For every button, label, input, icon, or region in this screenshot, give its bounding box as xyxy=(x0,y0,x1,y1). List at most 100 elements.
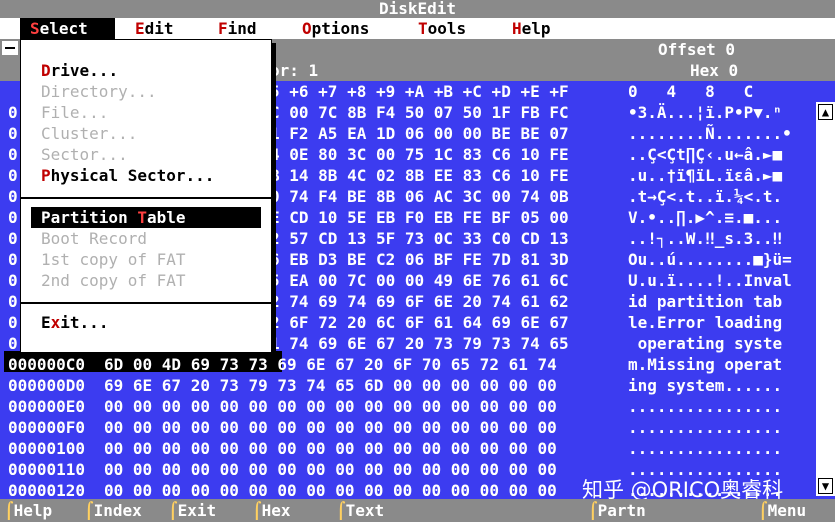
function-key-icon: ⌠ xyxy=(252,501,262,520)
text-column-headers: 0 4 8 C xyxy=(628,82,754,101)
row-hex-bytes[interactable]: 4 0E 80 3C 00 75 1C 83 C6 10 FE xyxy=(270,144,569,165)
status-label: Hex xyxy=(261,501,291,520)
menu-options[interactable]: Options xyxy=(302,18,369,39)
status-label: Index xyxy=(93,501,142,520)
row-text[interactable]: le.Error loading xyxy=(628,312,782,333)
menu-edit-label: dit xyxy=(144,19,174,38)
menu-tools-label: ools xyxy=(427,19,467,38)
window-title: DiskEdit xyxy=(0,0,835,18)
menu-item-fat1: 1st copy of FAT xyxy=(41,250,186,269)
row-offset: 0 xyxy=(8,292,18,311)
function-key-icon: ⌠ xyxy=(84,501,94,520)
menu-item-fat2: 2nd copy of FAT xyxy=(41,271,186,290)
status-exit-button[interactable]: ⌠Exit xyxy=(168,499,216,522)
row-text[interactable]: ..!┐..W.‼_s.3..‼ xyxy=(628,228,782,249)
row-text[interactable]: ..Ç<Çt∏Ç‹.u←â.►■ xyxy=(628,144,782,165)
row-offset: 00000120 xyxy=(8,481,86,500)
row-offset: 000000C0 xyxy=(8,355,86,374)
row-hex-bytes[interactable]: 5 EA 00 7C 00 00 49 6E 76 61 6C xyxy=(270,270,569,291)
row-offset: 0 xyxy=(8,103,18,122)
row-text[interactable]: id partition tab xyxy=(628,291,782,312)
row-hex-bytes[interactable]: 00 00 00 00 00 00 00 00 00 00 00 00 00 0… xyxy=(104,459,557,480)
offset-readout: Offset 0 xyxy=(658,40,736,59)
row-text[interactable]: ................ xyxy=(628,417,782,438)
menu-edit-hotkey: E xyxy=(135,19,145,38)
menu-separator xyxy=(21,302,271,304)
menu-select[interactable]: Select xyxy=(20,18,115,39)
menu-item-partition-table[interactable]: Partition Table xyxy=(31,207,261,228)
row-offset: 0 xyxy=(8,250,18,269)
status-partn-button[interactable]: ⌠Partn xyxy=(588,499,646,522)
vertical-scrollbar[interactable]: ▲ ▼ xyxy=(816,102,835,496)
drive-hotkey: D xyxy=(41,61,51,80)
row-offset: 0 xyxy=(8,145,18,164)
status-index-button[interactable]: ⌠Index xyxy=(84,499,142,522)
menu-item-drive[interactable]: Drive... xyxy=(41,60,118,81)
row-text[interactable]: U.u.ï....!..Inval xyxy=(628,270,792,291)
row-hex-bytes[interactable]: 00 00 00 00 00 00 00 00 00 00 00 00 00 0… xyxy=(104,417,557,438)
partition-hotkey: T xyxy=(137,208,147,227)
row-hex-bytes[interactable]: 6 EB D3 BE C2 06 BF FE 7D 81 3D xyxy=(270,249,569,270)
row-hex-bytes[interactable]: 00 00 00 00 00 00 00 00 00 00 00 00 00 0… xyxy=(104,396,557,417)
row-offset: 0 xyxy=(8,166,18,185)
menu-find[interactable]: Find xyxy=(218,18,257,39)
row-text[interactable]: ing system...... xyxy=(628,375,782,396)
status-help-button[interactable]: ⌠Help xyxy=(4,499,52,522)
scroll-down-icon[interactable]: ▼ xyxy=(818,478,833,494)
status-text-button[interactable]: ⌠Text xyxy=(336,499,384,522)
row-hex-bytes[interactable]: 2 74 69 74 69 6F 6E 20 74 61 62 xyxy=(270,291,569,312)
window-control-button[interactable] xyxy=(2,41,18,55)
status-label: Exit xyxy=(177,501,217,520)
row-offset: 0 xyxy=(8,271,18,290)
menu-item-physical-sector[interactable]: Physical Sector... xyxy=(41,165,214,186)
sector-label: or: 1 xyxy=(270,61,319,80)
row-hex-bytes[interactable]: E CD 10 5E EB F0 EB FE BF 05 00 xyxy=(270,207,569,228)
row-hex-bytes[interactable]: 00 00 00 00 00 00 00 00 00 00 00 00 00 0… xyxy=(104,438,557,459)
function-key-icon: ⌠ xyxy=(4,501,14,520)
row-text[interactable]: ........Ñ.......• xyxy=(628,123,792,144)
row-hex-bytes[interactable]: B 14 8B 4C 02 8B EE 83 C6 10 FE xyxy=(270,165,569,186)
row-text[interactable]: m.Missing operat xyxy=(628,354,782,375)
function-key-icon: ⌠ xyxy=(758,501,768,520)
status-label: Text xyxy=(345,501,385,520)
menu-select-hotkey: S xyxy=(30,19,40,38)
row-hex-bytes[interactable]: 2 6F 72 20 6C 6F 61 64 69 6E 67 xyxy=(270,312,569,333)
row-hex-bytes[interactable]: 00 00 00 00 00 00 00 00 00 00 00 00 00 0… xyxy=(104,480,557,501)
status-menu-button[interactable]: ⌠Menu xyxy=(758,499,806,522)
menu-tools-hotkey: T xyxy=(418,19,428,38)
row-text[interactable]: ................ xyxy=(628,396,782,417)
row-hex-bytes[interactable]: 1 F2 A5 EA 1D 06 00 00 BE BE 07 xyxy=(270,123,569,144)
menu-options-label: ptions xyxy=(311,19,370,38)
row-offset: 00000100 xyxy=(8,439,86,458)
menu-bar: Select Edit Find Options Tools Help xyxy=(0,18,835,39)
status-label: Help xyxy=(13,501,53,520)
scroll-up-icon[interactable]: ▲ xyxy=(818,104,833,120)
menu-edit[interactable]: Edit xyxy=(135,18,174,39)
row-text[interactable]: .u..†ï¶ïL.ïεâ.►■ xyxy=(628,165,782,186)
row-text[interactable]: .t→Ç<.t..ï.¼<.t. xyxy=(628,186,782,207)
row-hex-bytes[interactable]: 6D 00 4D 69 73 73 69 6E 67 20 6F 70 65 7… xyxy=(104,354,557,375)
menu-item-boot-record: Boot Record xyxy=(41,229,147,248)
row-offset: 0 xyxy=(8,313,18,332)
row-text[interactable]: operating syste xyxy=(628,333,783,354)
menu-item-cluster: Cluster... xyxy=(41,124,138,143)
row-text[interactable]: •3.Ä...¦ï.P•P▼.ⁿ xyxy=(628,102,782,123)
row-offset: 000000E0 xyxy=(8,397,86,416)
status-hex-button[interactable]: ⌠Hex xyxy=(252,499,291,522)
menu-separator xyxy=(21,197,271,199)
row-hex-bytes[interactable]: C 00 7C 8B F4 50 07 50 1F FB FC xyxy=(270,102,569,123)
row-text[interactable]: V.•..∏.▶^.≡.■... xyxy=(628,207,782,228)
menu-options-hotkey: O xyxy=(302,19,312,38)
menu-item-exit[interactable]: Exit... xyxy=(41,312,108,333)
row-hex-bytes[interactable]: 2 57 CD 13 5F 73 0C 33 C0 CD 13 xyxy=(270,228,569,249)
row-hex-bytes[interactable]: 0 74 F4 BE 8B 06 AC 3C 00 74 0B xyxy=(270,186,569,207)
menu-tools[interactable]: Tools xyxy=(418,18,466,39)
row-hex-bytes[interactable]: 69 6E 67 20 73 79 73 74 65 6D 00 00 00 0… xyxy=(104,375,557,396)
row-text[interactable]: Ou..ú........■}ü= xyxy=(628,249,792,270)
menu-help[interactable]: Help xyxy=(512,18,551,39)
row-text[interactable]: ................ xyxy=(628,438,782,459)
function-key-icon: ⌠ xyxy=(588,501,598,520)
partition-label: Partition xyxy=(41,208,138,227)
status-label: Partn xyxy=(597,501,646,520)
row-hex-bytes[interactable]: 1 74 69 6E 67 20 73 79 73 74 65 xyxy=(270,333,569,354)
